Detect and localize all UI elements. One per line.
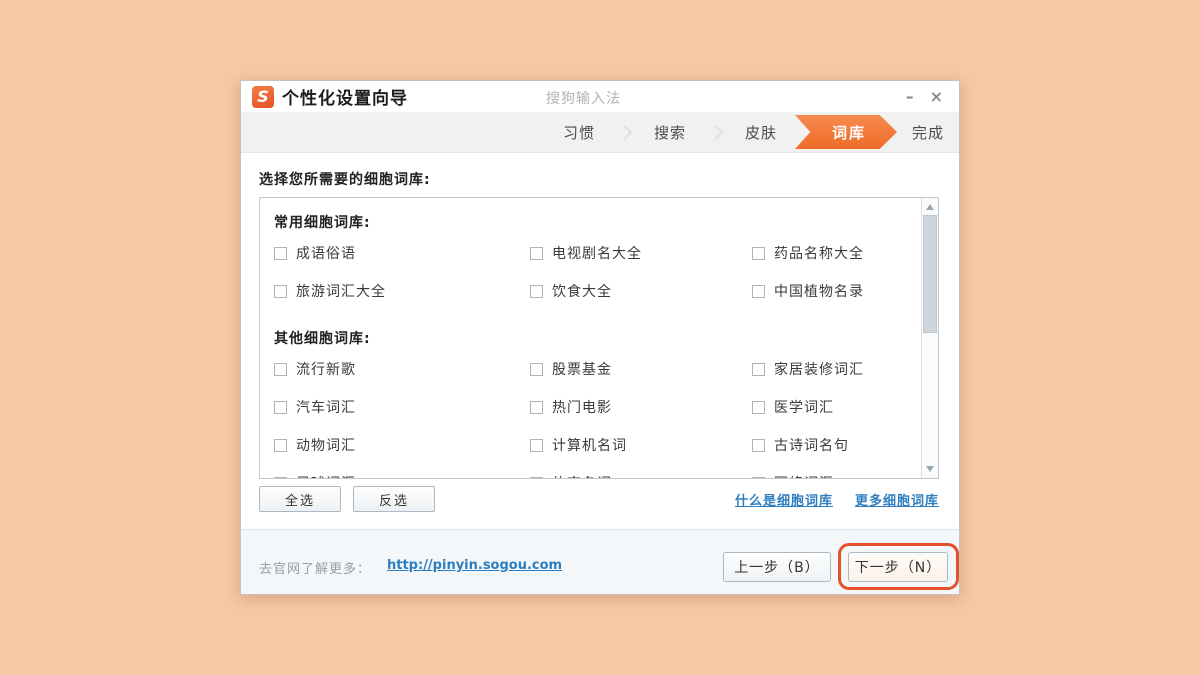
page-title: 选择您所需要的细胞词库:	[259, 169, 431, 189]
checkbox-unchecked-icon[interactable]	[752, 363, 765, 376]
dictionary-option[interactable]: 电视剧名大全	[530, 234, 752, 272]
dictionary-option-label: 计算机名词	[552, 435, 627, 455]
step-finish[interactable]: 完成	[899, 122, 957, 143]
checkbox-unchecked-icon[interactable]	[530, 247, 543, 260]
checkbox-unchecked-icon[interactable]	[752, 439, 765, 452]
what-is-cell-dict-link[interactable]: 什么是细胞词库	[735, 490, 833, 509]
dictionary-option[interactable]: 旅游词汇大全	[274, 272, 530, 310]
dictionary-option-label: 医学词汇	[774, 397, 834, 417]
previous-step-button[interactable]: 上一步（B）	[723, 552, 831, 582]
checkbox-unchecked-icon[interactable]	[530, 439, 543, 452]
window-subtitle: 搜狗输入法	[546, 88, 621, 108]
dictionary-option[interactable]: 成语俗语	[274, 234, 530, 272]
checkbox-unchecked-icon[interactable]	[752, 477, 765, 480]
dictionary-option-label: 古诗词名句	[774, 435, 849, 455]
dictionary-option[interactable]: 网络词汇	[752, 464, 921, 479]
dictionary-option[interactable]: 流行新歌	[274, 350, 530, 388]
promo-text: 去官网了解更多：	[259, 558, 371, 577]
more-cell-dict-link[interactable]: 更多细胞词库	[855, 490, 939, 509]
dictionary-option[interactable]: 动物词汇	[274, 426, 530, 464]
checkbox-unchecked-icon[interactable]	[752, 401, 765, 414]
dictionary-option-label: 饮食大全	[552, 281, 612, 301]
scroll-down-icon[interactable]	[922, 461, 938, 477]
step-bar: 习惯 搜索 皮肤 词库 完成	[241, 112, 959, 153]
common-dictionary-grid: 成语俗语 电视剧名大全 药品名称大全 旅游词汇大全 饮食大全	[260, 234, 921, 310]
dictionary-option[interactable]: 饮食大全	[530, 272, 752, 310]
dictionary-option[interactable]: 中国植物名录	[752, 272, 921, 310]
dictionary-option-label: 电视剧名大全	[552, 243, 642, 263]
content-area: 选择您所需要的细胞词库: 常用细胞词库: 成语俗语 电视剧名大全 药品名称大全	[241, 153, 959, 531]
dictionary-option-label: 体育名词	[552, 473, 612, 479]
checkbox-unchecked-icon[interactable]	[752, 247, 765, 260]
checkbox-unchecked-icon[interactable]	[752, 285, 765, 298]
dictionary-option[interactable]: 汽车词汇	[274, 388, 530, 426]
step-habits[interactable]: 习惯	[547, 122, 611, 143]
dictionary-option[interactable]: 古诗词名句	[752, 426, 921, 464]
vertical-scrollbar[interactable]	[921, 198, 938, 478]
checkbox-unchecked-icon[interactable]	[530, 477, 543, 480]
checkbox-unchecked-icon[interactable]	[274, 363, 287, 376]
scroll-up-icon[interactable]	[922, 199, 938, 215]
dictionary-option[interactable]: 热门电影	[530, 388, 752, 426]
dictionary-option[interactable]: 足球词汇	[274, 464, 530, 479]
dictionary-option[interactable]: 药品名称大全	[752, 234, 921, 272]
dictionary-option[interactable]: 股票基金	[530, 350, 752, 388]
window-title: 个性化设置向导	[282, 84, 408, 109]
step-skin[interactable]: 皮肤	[729, 122, 793, 143]
select-all-button[interactable]: 全选	[259, 486, 341, 512]
dictionary-option-label: 网络词汇	[774, 473, 834, 479]
dictionary-option-label: 动物词汇	[296, 435, 356, 455]
dictionary-option-label: 热门电影	[552, 397, 612, 417]
step-search[interactable]: 搜索	[638, 122, 702, 143]
wizard-window: S 个性化设置向导 搜狗输入法 – × 习惯 搜索 皮肤 词库 完成 选择您所需…	[240, 80, 960, 595]
dictionary-option-label: 汽车词汇	[296, 397, 356, 417]
next-step-button[interactable]: 下一步（N）	[848, 552, 948, 582]
dictionary-option[interactable]: 家居装修词汇	[752, 350, 921, 388]
checkbox-unchecked-icon[interactable]	[530, 285, 543, 298]
checkbox-unchecked-icon[interactable]	[274, 285, 287, 298]
dictionary-option-label: 中国植物名录	[774, 281, 864, 301]
dictionary-listbox: 常用细胞词库: 成语俗语 电视剧名大全 药品名称大全 旅游词汇大全	[259, 197, 939, 479]
dictionary-option-label: 流行新歌	[296, 359, 356, 379]
checkbox-unchecked-icon[interactable]	[274, 439, 287, 452]
dictionary-option-label: 家居装修词汇	[774, 359, 864, 379]
official-site-link[interactable]: http://pinyin.sogou.com	[387, 558, 562, 573]
other-dictionary-grid: 流行新歌 股票基金 家居装修词汇 汽车词汇 热门电影	[260, 350, 921, 464]
dictionary-option-label: 药品名称大全	[774, 243, 864, 263]
footer-bar: 去官网了解更多： http://pinyin.sogou.com 上一步（B） …	[241, 529, 959, 594]
checkbox-unchecked-icon[interactable]	[274, 247, 287, 260]
dictionary-option-label: 股票基金	[552, 359, 612, 379]
step-lexicon-active[interactable]: 词库	[795, 115, 897, 149]
dictionary-option-label: 成语俗语	[296, 243, 356, 263]
section-title-other: 其他细胞词库:	[260, 328, 921, 350]
section-title-common: 常用细胞词库:	[260, 212, 921, 234]
scrollbar-thumb[interactable]	[923, 215, 937, 333]
dictionary-option[interactable]: 体育名词	[530, 464, 752, 479]
chevron-right-icon	[708, 124, 724, 140]
sogou-logo-icon: S	[252, 86, 274, 108]
dictionary-option-label: 旅游词汇大全	[296, 281, 386, 301]
dictionary-option[interactable]: 计算机名词	[530, 426, 752, 464]
checkbox-unchecked-icon[interactable]	[274, 401, 287, 414]
dictionary-option[interactable]: 医学词汇	[752, 388, 921, 426]
checkbox-unchecked-icon[interactable]	[530, 363, 543, 376]
close-button[interactable]: ×	[930, 89, 943, 105]
list-actions-row: 全选 反选 什么是细胞词库 更多细胞词库	[259, 486, 939, 512]
minimize-button[interactable]: –	[906, 89, 914, 105]
checkbox-unchecked-icon[interactable]	[274, 477, 287, 480]
checkbox-unchecked-icon[interactable]	[530, 401, 543, 414]
invert-selection-button[interactable]: 反选	[353, 486, 435, 512]
title-bar[interactable]: S 个性化设置向导 搜狗输入法 – ×	[241, 81, 959, 112]
chevron-right-icon	[617, 124, 633, 140]
clipped-dictionary-row: 足球词汇 体育名词 网络词汇	[260, 464, 921, 479]
dictionary-option-label: 足球词汇	[296, 473, 356, 479]
